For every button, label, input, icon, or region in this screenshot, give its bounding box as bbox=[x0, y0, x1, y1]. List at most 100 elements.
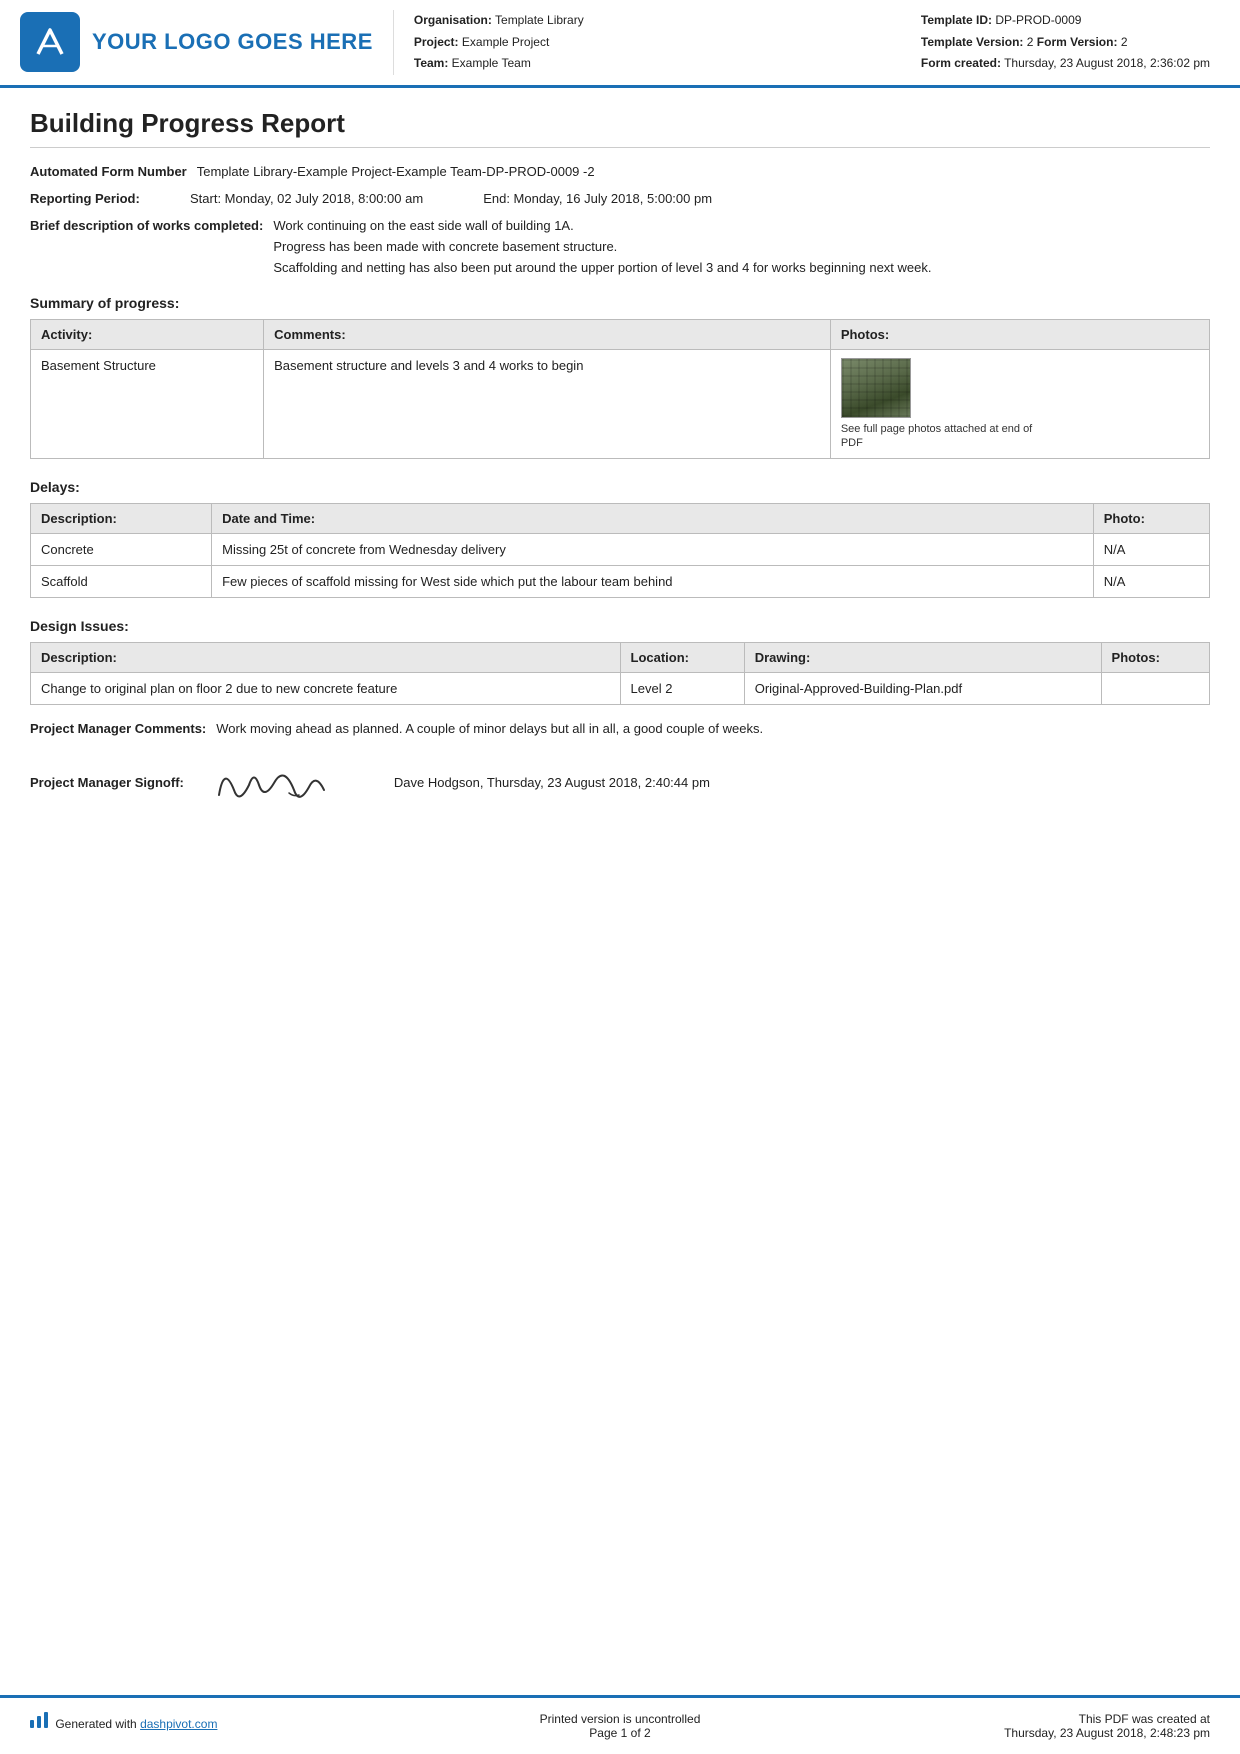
footer-printed-line2: Page 1 of 2 bbox=[430, 1726, 810, 1740]
delay-desc-1: Scaffold bbox=[31, 566, 212, 598]
design-issues-table: Description: Location: Drawing: Photos: … bbox=[30, 642, 1210, 705]
design-col-photos: Photos: bbox=[1101, 643, 1209, 673]
form-created-value: Thursday, 23 August 2018, 2:36:02 pm bbox=[1004, 56, 1210, 70]
brief-desc-line-2: Progress has been made with concrete bas… bbox=[273, 239, 1210, 254]
template-version-label: Template Version: bbox=[921, 35, 1023, 49]
design-col-location: Location: bbox=[620, 643, 744, 673]
team-label: Team: bbox=[414, 56, 448, 70]
photo-caption: See full page photos attached at end of … bbox=[841, 422, 1041, 451]
brief-desc-label: Brief description of works completed: bbox=[30, 218, 273, 233]
delays-col-description: Description: bbox=[31, 504, 212, 534]
footer: Generated with dashpivot.com Printed ver… bbox=[0, 1695, 1240, 1754]
summary-photos-cell: See full page photos attached at end of … bbox=[830, 349, 1209, 459]
footer-pdf-created-value: Thursday, 23 August 2018, 2:48:23 pm bbox=[830, 1726, 1210, 1740]
project-line: Project: Example Project bbox=[414, 32, 584, 54]
reporting-period-label: Reporting Period: bbox=[30, 191, 190, 206]
header: YOUR LOGO GOES HERE Organisation: Templa… bbox=[0, 0, 1240, 88]
design-drawing-0: Original-Approved-Building-Plan.pdf bbox=[744, 673, 1101, 705]
automated-form-value: Template Library-Example Project-Example… bbox=[197, 164, 1210, 179]
brief-desc-values: Work continuing on the east side wall of… bbox=[273, 218, 1210, 275]
automated-form-row: Automated Form Number Template Library-E… bbox=[30, 164, 1210, 179]
pm-comments-value: Work moving ahead as planned. A couple o… bbox=[216, 721, 1210, 736]
team-value: Example Team bbox=[452, 56, 531, 70]
dashpivot-link[interactable]: dashpivot.com bbox=[140, 1717, 217, 1731]
pm-signoff-value: Dave Hodgson, Thursday, 23 August 2018, … bbox=[194, 752, 1210, 812]
reporting-period-start: Start: Monday, 02 July 2018, 8:00:00 am bbox=[190, 191, 423, 206]
footer-generated: Generated with dashpivot.com bbox=[30, 1712, 410, 1731]
design-col-description: Description: bbox=[31, 643, 621, 673]
summary-table: Activity: Comments: Photos: Basement Str… bbox=[30, 319, 1210, 460]
main-content: Building Progress Report Automated Form … bbox=[0, 88, 1240, 845]
summary-table-header-row: Activity: Comments: Photos: bbox=[31, 319, 1210, 349]
project-value: Example Project bbox=[462, 35, 549, 49]
footer-pdf-created-label: This PDF was created at bbox=[830, 1712, 1210, 1726]
brief-desc-line-1: Work continuing on the east side wall of… bbox=[273, 218, 1210, 233]
logo-icon bbox=[20, 12, 80, 72]
table-row: Basement Structure Basement structure an… bbox=[31, 349, 1210, 459]
dashpivot-icon bbox=[30, 1717, 55, 1731]
delays-section-title: Delays: bbox=[30, 479, 1210, 495]
reporting-period-values: Start: Monday, 02 July 2018, 8:00:00 am … bbox=[190, 191, 1210, 206]
reporting-period-row: Reporting Period: Start: Monday, 02 July… bbox=[30, 191, 1210, 206]
footer-printed: Printed version is uncontrolled Page 1 o… bbox=[430, 1712, 810, 1740]
summary-col-photos: Photos: bbox=[830, 319, 1209, 349]
summary-col-activity: Activity: bbox=[31, 319, 264, 349]
pm-signoff-label: Project Manager Signoff: bbox=[30, 775, 194, 790]
design-table-header-row: Description: Location: Drawing: Photos: bbox=[31, 643, 1210, 673]
table-row: Concrete Missing 25t of concrete from We… bbox=[31, 534, 1210, 566]
photo-container: See full page photos attached at end of … bbox=[841, 358, 1199, 451]
pm-comments-label: Project Manager Comments: bbox=[30, 721, 216, 736]
template-id-value: DP-PROD-0009 bbox=[995, 13, 1081, 27]
table-row: Scaffold Few pieces of scaffold missing … bbox=[31, 566, 1210, 598]
photo-thumbnail bbox=[841, 358, 911, 418]
delays-table-header-row: Description: Date and Time: Photo: bbox=[31, 504, 1210, 534]
pm-comments-row: Project Manager Comments: Work moving ah… bbox=[30, 721, 1210, 736]
delay-datetime-1: Few pieces of scaffold missing for West … bbox=[212, 566, 1094, 598]
signoff-name: Dave Hodgson, Thursday, 23 August 2018, … bbox=[394, 775, 710, 790]
template-id-label: Template ID: bbox=[921, 13, 992, 27]
photo-thumb-inner bbox=[842, 359, 910, 417]
footer-generated-text: Generated with bbox=[55, 1717, 140, 1731]
org-line: Organisation: Template Library bbox=[414, 10, 584, 32]
form-created-line: Form created: Thursday, 23 August 2018, … bbox=[921, 53, 1210, 75]
form-version-value: 2 bbox=[1121, 35, 1128, 49]
team-line: Team: Example Team bbox=[414, 53, 584, 75]
design-location-0: Level 2 bbox=[620, 673, 744, 705]
delays-col-datetime: Date and Time: bbox=[212, 504, 1094, 534]
template-version-value: 2 bbox=[1027, 35, 1034, 49]
report-title: Building Progress Report bbox=[30, 108, 1210, 148]
summary-activity-cell: Basement Structure bbox=[31, 349, 264, 459]
design-photos-0 bbox=[1101, 673, 1209, 705]
reporting-period-end: End: Monday, 16 July 2018, 5:00:00 pm bbox=[483, 191, 712, 206]
template-version-line: Template Version: 2 Form Version: 2 bbox=[921, 32, 1210, 54]
footer-pdf-created: This PDF was created at Thursday, 23 Aug… bbox=[830, 1712, 1210, 1740]
delay-photo-1: N/A bbox=[1093, 566, 1209, 598]
project-label: Project: bbox=[414, 35, 459, 49]
logo-text: YOUR LOGO GOES HERE bbox=[92, 29, 373, 55]
summary-section-title: Summary of progress: bbox=[30, 295, 1210, 311]
summary-comments-cell: Basement structure and levels 3 and 4 wo… bbox=[264, 349, 831, 459]
org-value: Template Library bbox=[495, 13, 584, 27]
delay-desc-0: Concrete bbox=[31, 534, 212, 566]
brief-desc-row: Brief description of works completed: Wo… bbox=[30, 218, 1210, 275]
design-issues-section-title: Design Issues: bbox=[30, 618, 1210, 634]
org-label: Organisation: bbox=[414, 13, 492, 27]
delay-photo-0: N/A bbox=[1093, 534, 1209, 566]
design-col-drawing: Drawing: bbox=[744, 643, 1101, 673]
table-row: Change to original plan on floor 2 due t… bbox=[31, 673, 1210, 705]
signature-image bbox=[194, 752, 354, 812]
delay-datetime-0: Missing 25t of concrete from Wednesday d… bbox=[212, 534, 1094, 566]
form-created-label: Form created: bbox=[921, 56, 1001, 70]
header-meta-left: Organisation: Template Library Project: … bbox=[414, 10, 584, 75]
footer-printed-line1: Printed version is uncontrolled bbox=[430, 1712, 810, 1726]
template-id-line: Template ID: DP-PROD-0009 bbox=[921, 10, 1210, 32]
pm-signoff-row: Project Manager Signoff: Dave Hodgson, T… bbox=[30, 752, 1210, 812]
header-meta: Organisation: Template Library Project: … bbox=[393, 10, 1210, 75]
delays-col-photo: Photo: bbox=[1093, 504, 1209, 534]
logo-area: YOUR LOGO GOES HERE bbox=[20, 10, 373, 75]
form-version-label: Form Version: bbox=[1037, 35, 1118, 49]
design-desc-0: Change to original plan on floor 2 due t… bbox=[31, 673, 621, 705]
automated-form-label: Automated Form Number bbox=[30, 164, 197, 179]
summary-col-comments: Comments: bbox=[264, 319, 831, 349]
brief-desc-line-3: Scaffolding and netting has also been pu… bbox=[273, 260, 1210, 275]
